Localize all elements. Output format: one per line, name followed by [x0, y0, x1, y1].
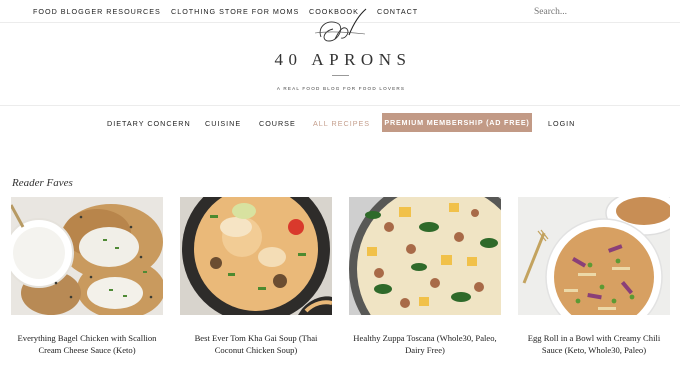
tom-kha-soup-photo[interactable] — [180, 197, 332, 315]
recipe-card-title[interactable]: Everything Bagel Chicken with Scallion C… — [11, 332, 163, 356]
header-divider — [0, 105, 680, 106]
nav-course[interactable]: COURSE — [259, 119, 296, 128]
topnav-clothing-store[interactable]: CLOTHING STORE FOR MOMS — [171, 7, 299, 16]
nav-all-recipes[interactable]: ALL RECIPES — [313, 119, 370, 128]
site-tagline: A REAL FOOD BLOG FOR FOOD LOVERS — [276, 86, 406, 91]
recipe-card-title[interactable]: Egg Roll in a Bowl with Creamy Chili Sau… — [518, 332, 670, 356]
egg-roll-bowl-photo[interactable] — [518, 197, 670, 315]
nav-dietary-concern[interactable]: DIETARY CONCERN — [107, 119, 191, 128]
topnav-food-blogger-resources[interactable]: FOOD BLOGGER RESOURCES — [33, 7, 161, 16]
bagel-chicken-photo[interactable] — [11, 197, 163, 315]
recipe-card-title[interactable]: Best Ever Tom Kha Gai Soup (Thai Coconut… — [180, 332, 332, 356]
title-divider — [332, 75, 349, 76]
recipe-card[interactable]: Everything Bagel Chicken with Scallion C… — [11, 197, 163, 356]
recipe-card-title[interactable]: Healthy Zuppa Toscana (Whole30, Paleo, D… — [349, 332, 501, 356]
search-input[interactable] — [534, 5, 674, 19]
premium-membership-button[interactable]: PREMIUM MEMBERSHIP (AD FREE) — [382, 113, 532, 132]
nav-cuisine[interactable]: CUISINE — [205, 119, 241, 128]
apron-script-logo[interactable] — [309, 5, 371, 49]
site-title[interactable]: 40 APRONS — [0, 50, 680, 70]
topnav-contact[interactable]: CONTACT — [377, 7, 418, 16]
recipe-card[interactable]: Best Ever Tom Kha Gai Soup (Thai Coconut… — [180, 197, 332, 356]
recipe-card[interactable]: Egg Roll in a Bowl with Creamy Chili Sau… — [518, 197, 670, 356]
zuppa-toscana-photo[interactable] — [349, 197, 501, 315]
nav-login[interactable]: LOGIN — [548, 119, 575, 128]
recipe-card[interactable]: Healthy Zuppa Toscana (Whole30, Paleo, D… — [349, 197, 501, 356]
section-title: Reader Faves — [12, 177, 73, 189]
